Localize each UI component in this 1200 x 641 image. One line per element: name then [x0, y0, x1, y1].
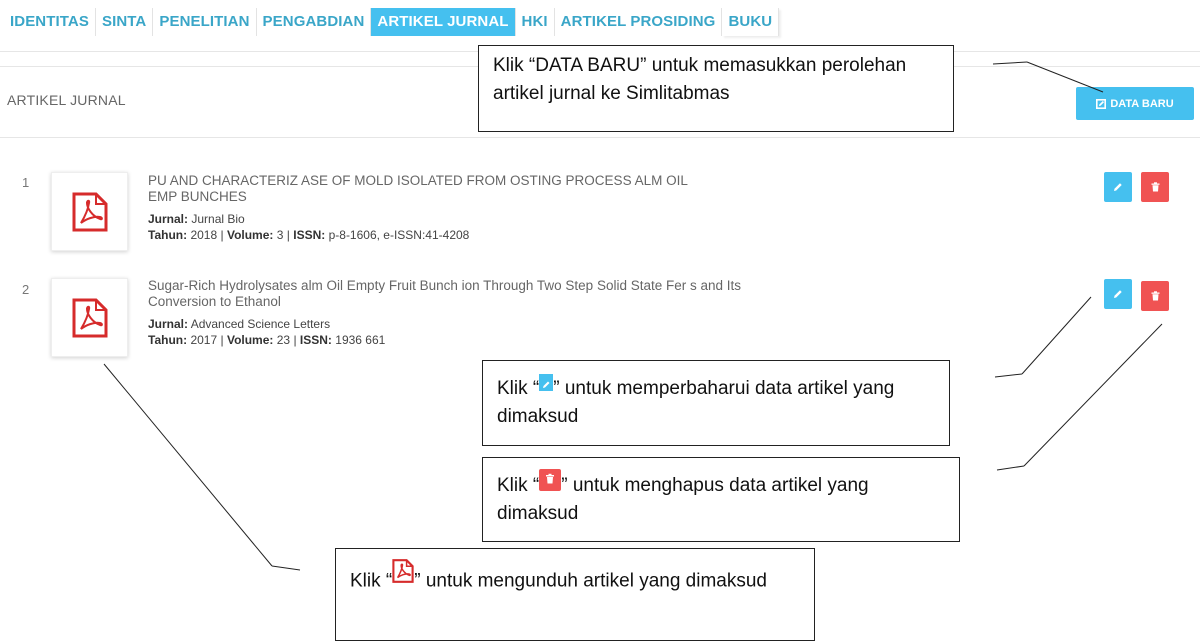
volume-value: 23: [276, 333, 291, 347]
callout-text: Klik “DATA BARU” untuk memasukkan perole…: [493, 55, 907, 104]
callout-text: Klik “: [497, 378, 540, 399]
journal-label: Jurnal:: [148, 212, 189, 226]
issn-value: 1936 661: [335, 333, 386, 347]
year-value: 2018: [190, 228, 218, 242]
pdf-download-button[interactable]: [51, 172, 128, 251]
tab-bar: IDENTITAS SINTA PENELITIAN PENGABDIAN AR…: [4, 8, 780, 36]
journal-name: Jurnal Bio: [191, 212, 245, 226]
callout-new-data: Klik “DATA BARU” untuk memasukkan perole…: [478, 45, 954, 132]
volume-value: 3: [276, 228, 284, 242]
new-data-button[interactable]: DATA BARU: [1076, 87, 1194, 120]
pdf-icon: [72, 298, 107, 337]
callout-edit: Klik “” untuk memperbaharui data artikel…: [482, 360, 950, 446]
delete-button[interactable]: [1141, 281, 1169, 311]
row-number: 1: [22, 175, 30, 190]
article-title-line: Sugar-Rich Hydrolysates alm Oil Empty Fr…: [148, 278, 742, 293]
trash-icon: [1151, 182, 1159, 192]
callout-delete: Klik “” untuk menghapus data artikel yan…: [482, 457, 960, 542]
issn-label: ISSN:: [293, 228, 326, 242]
year-label: Tahun:: [148, 228, 188, 242]
year-value: 2017: [190, 333, 218, 347]
year-label: Tahun:: [148, 333, 188, 347]
callout-text: ” untuk mengunduh artikel yang dimaksud: [414, 570, 767, 592]
callout-text: Klik “: [350, 570, 393, 592]
pdf-download-button[interactable]: [51, 278, 128, 357]
divider: [0, 137, 1200, 138]
callout-text: ” untuk memperbaharui data artikel yang …: [497, 378, 895, 427]
edit-button[interactable]: [1104, 172, 1132, 202]
pencil-icon: [539, 374, 554, 392]
volume-label: Volume:: [226, 228, 274, 242]
trash-icon: [539, 468, 562, 491]
pdf-icon: [392, 559, 414, 592]
edit-button[interactable]: [1104, 279, 1132, 309]
journal-label: Jurnal:: [148, 317, 189, 331]
tab-identitas[interactable]: IDENTITAS: [4, 8, 96, 36]
issn-value: p-8-1606, e-ISSN:41-4208: [328, 228, 470, 242]
article-title: PU AND CHARACTERIZ ASE OF MOLD ISOLATED …: [148, 173, 1068, 205]
pdf-icon: [72, 192, 107, 231]
pencil-icon: [1114, 183, 1122, 191]
tab-pengabdian[interactable]: PENGABDIAN: [257, 8, 372, 36]
article-title-line: Conversion to Ethanol: [148, 294, 281, 309]
trash-icon: [1151, 291, 1159, 301]
article-title: Sugar-Rich Hydrolysates alm Oil Empty Fr…: [148, 278, 1068, 310]
article-title-line: PU AND CHARACTERIZ ASE OF MOLD ISOLATED …: [148, 173, 688, 188]
list-item: Sugar-Rich Hydrolysates alm Oil Empty Fr…: [148, 278, 1068, 348]
tab-artikel-prosiding[interactable]: ARTIKEL PROSIDING: [555, 8, 723, 36]
article-meta: Jurnal: Advanced Science Letters Tahun: …: [148, 317, 386, 347]
journal-name: Advanced Science Letters: [190, 317, 331, 331]
volume-label: Volume:: [226, 333, 274, 347]
section-title: ARTIKEL JURNAL: [7, 92, 126, 108]
tab-sinta[interactable]: SINTA: [96, 8, 154, 36]
article-title-line: EMP BUNCHES: [148, 189, 247, 204]
list-item: PU AND CHARACTERIZ ASE OF MOLD ISOLATED …: [148, 173, 1068, 243]
tab-artikel-jurnal[interactable]: ARTIKEL JURNAL: [371, 8, 516, 36]
article-meta: Jurnal: Jurnal Bio Tahun: 2018 | Volume:…: [148, 212, 470, 242]
tab-hki[interactable]: HKI: [516, 8, 555, 36]
pencil-icon: [1114, 290, 1122, 298]
delete-button[interactable]: [1141, 172, 1169, 202]
new-data-label: DATA BARU: [1110, 97, 1174, 110]
row-number: 2: [22, 282, 30, 297]
callout-text: Klik “: [497, 475, 540, 496]
callout-pdf: Klik “ ” untuk mengunduh artikel yang dim…: [335, 548, 815, 641]
edit-square-icon: [1096, 98, 1107, 109]
issn-label: ISSN:: [299, 333, 332, 347]
tab-buku[interactable]: BUKU: [722, 8, 780, 36]
tab-penelitian[interactable]: PENELITIAN: [153, 8, 257, 36]
